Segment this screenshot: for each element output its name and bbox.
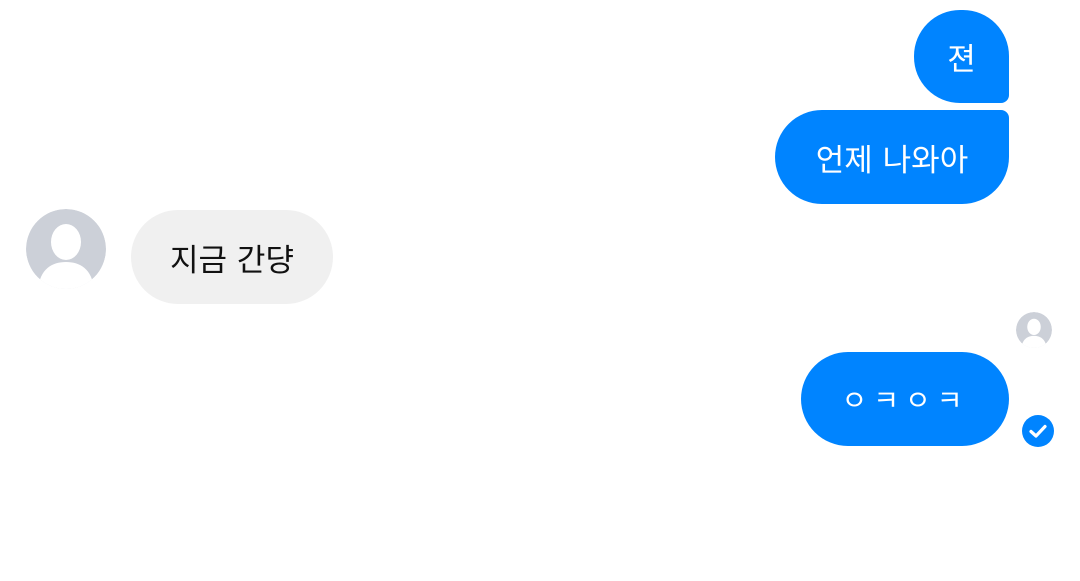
message-text: 지금 간댱 bbox=[170, 242, 294, 279]
outgoing-message-bubble[interactable]: ㅇㅋㅇㅋ bbox=[801, 352, 1009, 446]
user-silhouette-icon bbox=[26, 209, 106, 289]
message-text: 젼 bbox=[947, 42, 976, 78]
contact-avatar[interactable] bbox=[26, 209, 106, 289]
incoming-message-bubble[interactable]: 지금 간댱 bbox=[131, 210, 333, 304]
checkmark-circle-icon bbox=[1021, 414, 1055, 448]
outgoing-message-bubble[interactable]: 젼 bbox=[914, 10, 1009, 103]
user-silhouette-icon bbox=[1016, 312, 1052, 348]
message-text: ㅇㅋㅇㅋ bbox=[841, 384, 969, 417]
message-text: 언제 나와아 bbox=[815, 142, 969, 179]
chat-thread: 젼 언제 나와아 지금 간댱 ㅇㅋㅇㅋ bbox=[0, 0, 1080, 581]
outgoing-message-bubble[interactable]: 언제 나와아 bbox=[775, 110, 1009, 204]
seen-receipt-avatar bbox=[1016, 312, 1052, 348]
